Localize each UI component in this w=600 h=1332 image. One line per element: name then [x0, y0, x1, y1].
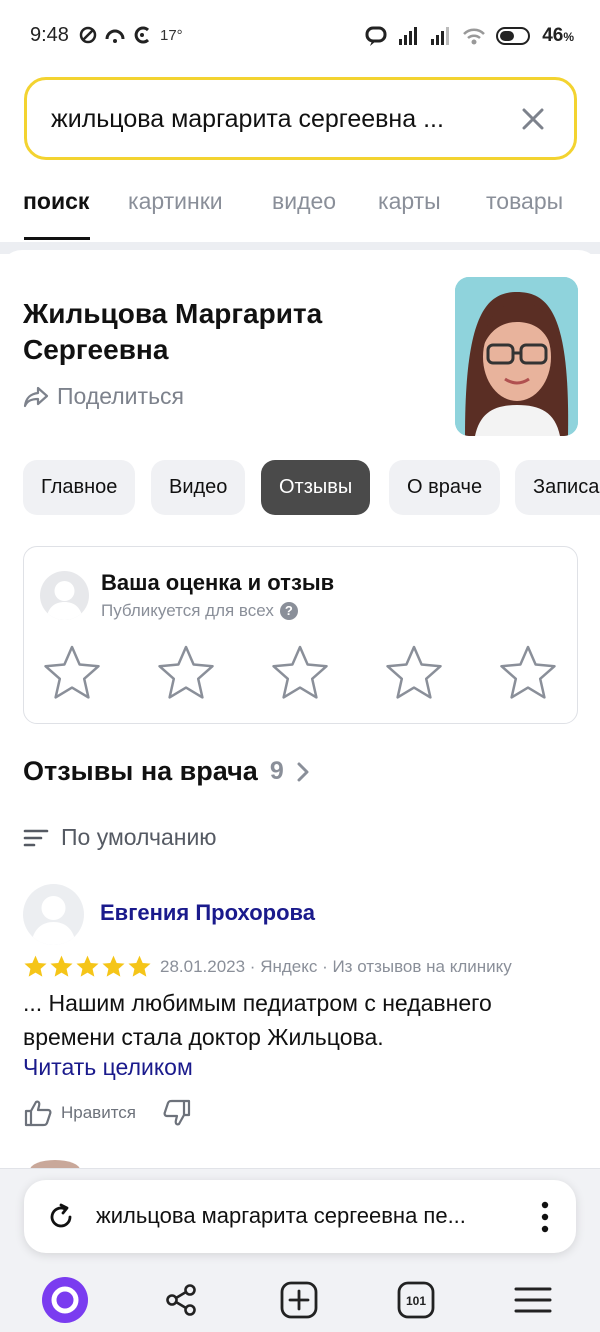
active-tab-indicator — [24, 237, 90, 240]
chip-reviews[interactable]: Отзывы — [261, 460, 371, 515]
star-icon[interactable] — [498, 643, 558, 703]
review-meta: 28.01.2023 · Яндекс · Из отзывов на клин… — [23, 954, 512, 979]
star-filled-icon — [102, 955, 125, 977]
tab-products[interactable]: товары — [486, 188, 563, 215]
bottom-navigation: 101 — [0, 1265, 600, 1332]
status-temperature: 17° — [160, 26, 183, 44]
thumbs-up-icon[interactable] — [23, 1098, 53, 1128]
signal-icon — [431, 27, 450, 45]
reviewer-avatar[interactable] — [23, 884, 84, 945]
doctor-photo[interactable] — [455, 277, 578, 436]
tab-video[interactable]: видео — [272, 188, 336, 215]
review-text: ... Нашим любимым педиатром с недавнего … — [23, 990, 492, 1050]
status-notification-icons: 17° — [78, 25, 183, 45]
alice-icon — [42, 1277, 88, 1323]
rating-subtitle: Публикуется для всех ? — [101, 601, 298, 621]
notification-icon — [105, 29, 125, 43]
plus-icon — [280, 1281, 318, 1319]
hamburger-icon — [514, 1287, 552, 1313]
battery-level: 46% — [542, 25, 574, 46]
share-nav-button[interactable] — [156, 1275, 206, 1325]
star-icon[interactable] — [156, 643, 216, 703]
review-date-source: 28.01.2023 · Яндекс · Из отзывов на клин… — [160, 956, 512, 976]
status-bar: 9:48 17° 46% — [0, 0, 600, 70]
star-filled-icon — [76, 955, 99, 977]
star-filled-icon — [24, 955, 47, 977]
review-reactions: Нравится — [23, 1098, 192, 1128]
menu-button[interactable] — [508, 1275, 558, 1325]
rating-title: Ваша оценка и отзыв — [101, 570, 335, 595]
tab-maps[interactable]: карты — [378, 188, 441, 215]
chip-about-doctor[interactable]: О враче — [389, 460, 501, 515]
signal-icon — [399, 27, 418, 45]
notification-icon — [134, 26, 150, 44]
read-more-link[interactable]: Читать целиком — [23, 1054, 193, 1081]
star-filled-icon — [128, 955, 151, 977]
reviews-count: 9 — [269, 757, 284, 785]
tabs-button[interactable]: 101 — [391, 1275, 441, 1325]
reload-icon[interactable] — [46, 1202, 76, 1232]
battery-icon — [496, 27, 531, 45]
search-tabs: поиск картинки видео карты товары — [0, 170, 600, 242]
chat-icon — [365, 26, 387, 46]
share-button[interactable]: Поделиться — [23, 383, 184, 410]
chip-main[interactable]: Главное — [23, 460, 136, 515]
chip-booking[interactable]: Записа — [515, 460, 600, 515]
entity-tabs: Главное Видео Отзывы О враче Записа — [23, 460, 600, 516]
avatar — [40, 571, 89, 620]
bottom-search-bar[interactable]: жильцова маргарита сергеевна пе... — [24, 1180, 576, 1253]
reviewer-name[interactable]: Евгения Прохорова — [100, 900, 315, 926]
tab-images[interactable]: картинки — [128, 188, 223, 215]
alice-button[interactable] — [40, 1275, 90, 1325]
rating-stars — [42, 643, 562, 703]
chip-video[interactable]: Видео — [151, 460, 246, 515]
new-tab-button[interactable] — [274, 1275, 324, 1325]
close-icon[interactable] — [518, 104, 548, 134]
status-time: 9:48 — [30, 24, 69, 46]
sort-label: По умолчанию — [61, 824, 217, 850]
reviews-heading[interactable]: Отзывы на врача 9 — [23, 756, 310, 787]
reviews-title: Отзывы на врача — [23, 756, 258, 786]
bottom-search-query[interactable]: жильцова маргарита сергеевна пе... — [96, 1203, 466, 1229]
wifi-icon — [463, 28, 486, 45]
star-filled-icon — [50, 955, 73, 977]
tabs-count: 101 — [406, 1294, 426, 1308]
review-rating — [23, 954, 152, 979]
rating-box: Ваша оценка и отзыв Публикуется для всех… — [23, 546, 578, 724]
tabs-counter-icon: 101 — [397, 1281, 435, 1319]
sort-icon — [23, 829, 49, 846]
star-icon[interactable] — [42, 643, 102, 703]
share-nodes-icon — [166, 1284, 196, 1316]
more-vertical-icon[interactable] — [540, 1200, 550, 1234]
share-icon — [23, 386, 49, 407]
thumbs-down-icon[interactable] — [162, 1098, 192, 1128]
star-icon[interactable] — [384, 643, 444, 703]
search-input[interactable]: жильцова маргарита сергеевна ... — [24, 77, 577, 160]
like-label[interactable]: Нравится — [61, 1103, 136, 1123]
sort-dropdown[interactable]: По умолчанию — [23, 824, 217, 851]
result-card — [0, 250, 600, 280]
share-label: Поделиться — [57, 383, 185, 409]
search-query[interactable]: жильцова маргарита сергеевна ... — [51, 105, 444, 134]
tab-search[interactable]: поиск — [23, 188, 89, 215]
doctor-name: Жильцова Маргарита Сергеевна — [23, 298, 323, 365]
star-icon[interactable] — [270, 643, 330, 703]
chevron-right-icon — [297, 762, 309, 781]
notification-icon — [79, 26, 97, 44]
status-system-icons: 46% — [364, 25, 574, 47]
help-icon[interactable]: ? — [279, 602, 298, 620]
